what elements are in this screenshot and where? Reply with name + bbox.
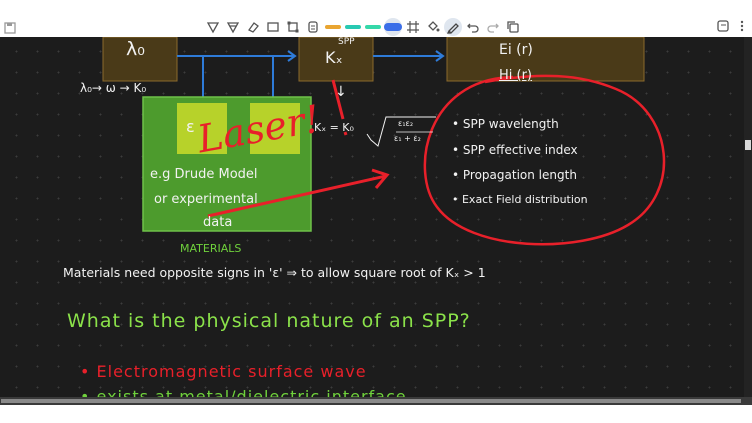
arrow-kx-field: [373, 50, 445, 62]
pen-teal[interactable]: [344, 18, 362, 36]
copy-icon[interactable]: [504, 18, 522, 36]
materials-label: MATERIALS: [180, 242, 242, 255]
pen-orange[interactable]: [324, 18, 342, 36]
kx-label: Kₓ: [325, 48, 343, 67]
drude-line-1: e.g Drude Model: [150, 167, 258, 182]
drude-line-2: or experimental: [154, 192, 258, 207]
select-rect-icon[interactable]: [284, 18, 302, 36]
bullet-4: • Exact Field distribution: [452, 193, 588, 206]
point-1: • Electromagnetic surface wave: [80, 362, 367, 381]
ei-label: Ei (r): [499, 42, 533, 58]
down-arrow-text: ↓: [335, 84, 347, 100]
spp-label: SPP: [338, 37, 355, 47]
undo-icon[interactable]: [464, 18, 482, 36]
horizontal-scroll-thumb[interactable]: [1, 399, 741, 403]
formula-top: ε₁ε₂: [398, 119, 414, 128]
field-box: [446, 37, 645, 82]
formula-bottom: ε₁ + ε₂: [394, 134, 421, 143]
paint-bucket-icon[interactable]: [424, 18, 442, 36]
top-toolbar: [0, 0, 752, 37]
pen-icon[interactable]: [444, 18, 462, 36]
save-icon[interactable]: [4, 19, 16, 34]
text-tool-icon[interactable]: [304, 18, 322, 36]
bullet-2: • SPP effective index: [452, 143, 578, 157]
redo-icon[interactable]: [484, 18, 502, 36]
question-text: What is the physical nature of an SPP?: [67, 310, 471, 332]
materials-note: Materials need opposite signs in 'ε' ⇒ t…: [63, 265, 486, 280]
page-settings-icon[interactable]: [716, 19, 730, 33]
lasso-icon[interactable]: [204, 18, 222, 36]
bullet-1: • SPP wavelength: [452, 117, 559, 131]
epsilon-text: ε: [186, 117, 195, 136]
note-canvas[interactable]: λ₀ SPP Kₓ Ei (r) Hi (r) λ₀→ ω → K₀ ↓ ε e…: [0, 37, 752, 397]
hi-label: Hi (r): [499, 68, 533, 83]
arrow-lambda-kx: [177, 50, 297, 62]
pen-blue[interactable]: [384, 18, 402, 36]
point-2: • exists at metal/dielectric interface: [80, 387, 407, 397]
more-vertical-icon[interactable]: [735, 19, 749, 33]
red-loop: [423, 74, 666, 246]
pen-green[interactable]: [364, 18, 382, 36]
lasso-alt-icon[interactable]: [224, 18, 242, 36]
vertical-scrollbar[interactable]: [744, 37, 752, 397]
grid-icon[interactable]: [404, 18, 422, 36]
bullet-3: • Propagation length: [452, 168, 577, 182]
shape-icon[interactable]: [264, 18, 282, 36]
eraser-icon[interactable]: [244, 18, 262, 36]
lambda0-text: λ₀: [126, 38, 145, 60]
arrow-down-lines: [202, 56, 274, 103]
lambda-chain-text: λ₀→ ω → K₀: [80, 81, 147, 95]
tool-group: [204, 18, 522, 36]
horizontal-scrollbar[interactable]: [0, 397, 752, 405]
vertical-scroll-thumb[interactable]: [745, 140, 751, 150]
drude-line-3: data: [203, 215, 233, 230]
